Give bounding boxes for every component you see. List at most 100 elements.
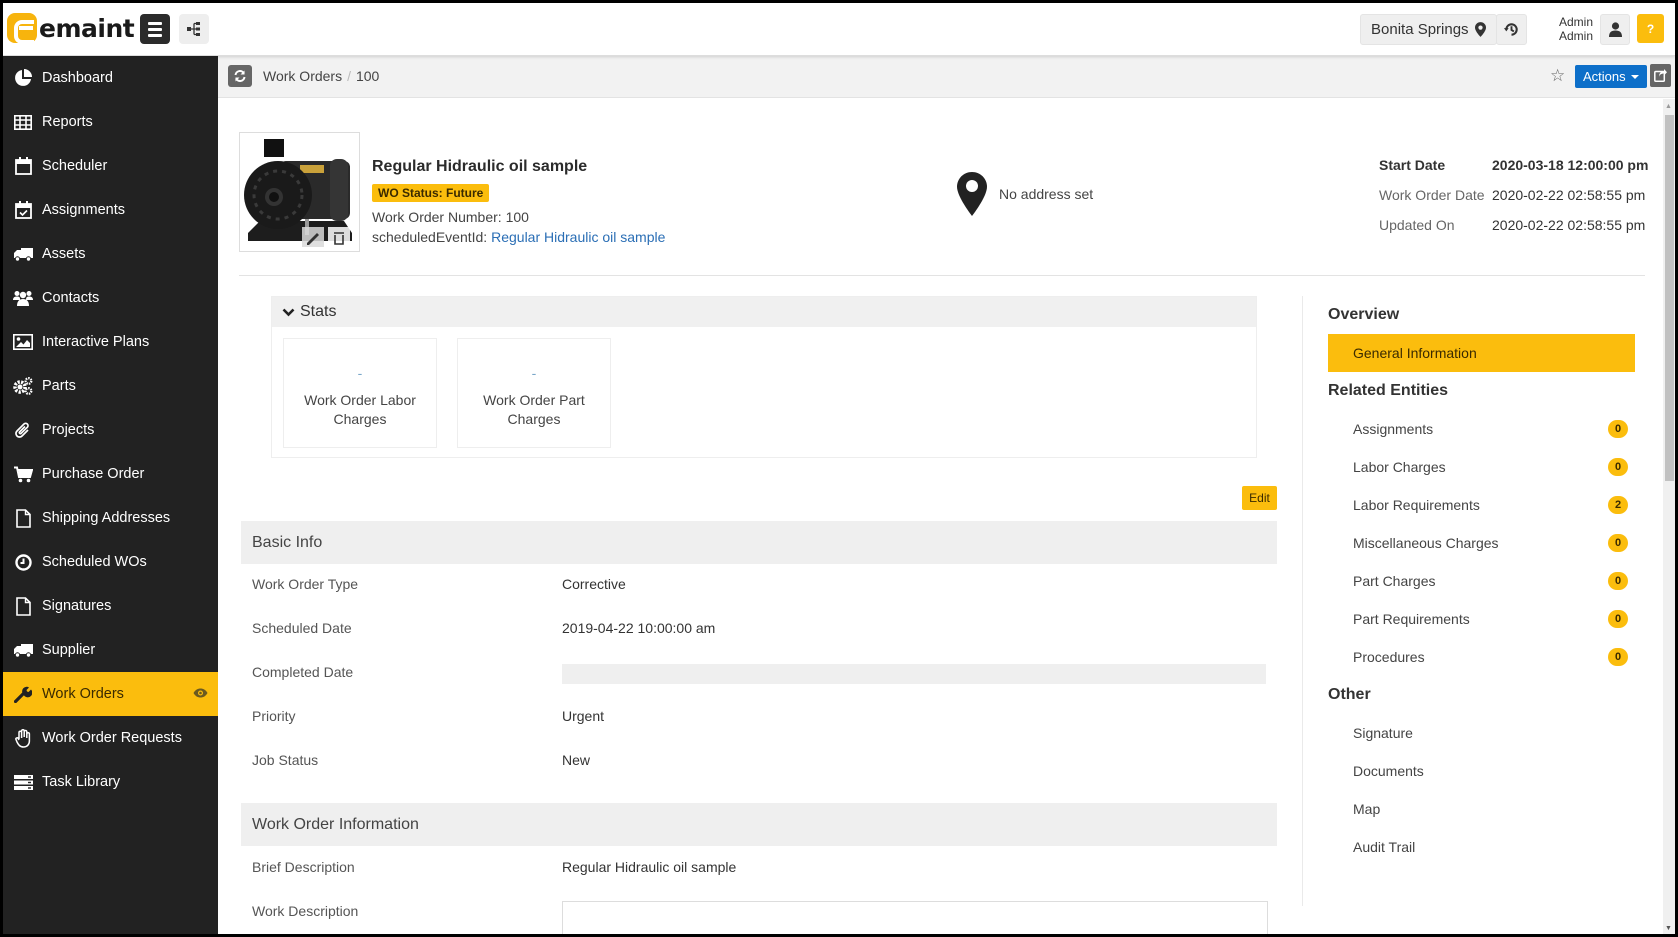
sidebar-item-signatures[interactable]: Signatures [3,584,218,628]
stats-title: Stats [300,303,337,320]
work-description-box [562,901,1268,934]
sidebar-item-work-orders[interactable]: Work Orders [3,672,218,716]
field-value-link[interactable]: Corrective [562,576,626,592]
caret-down-icon [1630,74,1639,79]
basic-info-header: Basic Info [241,521,1277,564]
field-label: Brief Description [252,859,355,875]
favorite-star-icon[interactable]: ☆ [1550,66,1565,86]
nav-miscellaneous-charges[interactable]: Miscellaneous Charges 0 [1353,531,1628,555]
breadcrumb-work-orders[interactable]: Work Orders [263,68,342,84]
nav-label: Assignments [1353,421,1434,437]
nav-part-charges[interactable]: Part Charges 0 [1353,569,1628,593]
nav-procedures[interactable]: Procedures 0 [1353,645,1628,669]
sidebar-item-label: Supplier [42,642,96,658]
breadcrumb-bar: Work Orders /100 ☆ Actions [218,56,1675,98]
pie-chart-icon [12,68,34,88]
sidebar-item-supplier[interactable]: Supplier [3,628,218,672]
sidebar-item-shipping-addresses[interactable]: Shipping Addresses [3,496,218,540]
nav-audit-trail[interactable]: Audit Trail [1353,835,1628,859]
image-icon [12,332,34,352]
cart-icon [12,464,34,484]
field-work-order-type: Work Order Type Corrective [252,574,1272,594]
logo-mark-icon [7,13,37,44]
nav-documents[interactable]: Documents [1353,759,1628,783]
sidebar-item-label: Scheduled WOs [42,554,147,570]
date-value: 2020-03-18 12:00:00 pm [1492,157,1649,173]
cogs-icon [12,376,34,396]
scrollbar-thumb[interactable] [1665,115,1674,481]
sidebar-item-label: Assets [42,246,86,262]
sidebar-item-label: Parts [42,378,76,394]
updated-on-row: Updated On 2020-02-22 02:58:55 pm [1379,210,1648,240]
nav-signature[interactable]: Signature [1353,721,1628,745]
hamburger-icon [148,21,162,25]
table-icon [12,112,34,132]
sidebar-item-scheduler[interactable]: Scheduler [3,144,218,188]
sidebar-item-purchase-order[interactable]: Purchase Order [3,452,218,496]
edit-button[interactable]: Edit [1242,486,1277,510]
count-badge: 0 [1608,458,1628,476]
paperclip-icon [12,420,34,440]
sidebar-item-reports[interactable]: Reports [3,100,218,144]
scroll-up-arrow-icon[interactable]: ▲ [1665,103,1672,110]
refresh-button[interactable] [228,65,252,87]
count-badge: 0 [1608,534,1628,552]
nav-label: Part Requirements [1353,611,1470,627]
work-order-image [239,132,360,252]
stat-card-part-charges[interactable]: - Work Order Part Charges [457,338,611,448]
work-order-number-label: Work Order Number: [372,209,502,225]
map-marker-icon [957,172,987,216]
sidebar-item-assets[interactable]: Assets [3,232,218,276]
nav-assignments[interactable]: Assignments 0 [1353,417,1628,441]
sidebar-item-contacts[interactable]: Contacts [3,276,218,320]
sidebar-item-dashboard[interactable]: Dashboard [3,56,218,100]
field-label: Priority [252,708,296,724]
nav-labor-requirements[interactable]: Labor Requirements 2 [1353,493,1628,517]
sidebar: Dashboard Reports Scheduler Assignments … [3,56,218,934]
overview-heading: Overview [1328,306,1400,323]
sidebar-item-scheduled-wos[interactable]: Scheduled WOs [3,540,218,584]
location-selector[interactable]: Bonita Springs [1360,14,1497,45]
sidebar-item-projects[interactable]: Projects [3,408,218,452]
hierarchy-button[interactable] [179,14,209,44]
user-last-name: Admin [1558,29,1593,43]
stat-card-labor-charges[interactable]: - Work Order Labor Charges [283,338,437,448]
help-button[interactable]: ? [1637,14,1664,43]
date-value: 2020-02-22 02:58:55 pm [1492,217,1646,233]
user-name: Admin Admin [1553,15,1593,43]
share-button[interactable] [1650,64,1671,87]
nav-part-requirements[interactable]: Part Requirements 0 [1353,607,1628,631]
work-order-number-value: 100 [505,209,529,225]
sitemap-icon [187,22,200,36]
count-badge: 0 [1608,572,1628,590]
actions-dropdown-button[interactable]: Actions [1575,65,1647,88]
eye-icon[interactable] [193,686,208,702]
scheduled-event-link[interactable]: Regular Hidraulic oil sample [491,229,665,245]
history-button[interactable] [1496,14,1527,45]
logo[interactable]: emaint [7,12,135,44]
field-value: 2019-04-22 10:00:00 am [562,620,716,636]
user-menu-button[interactable] [1600,14,1630,45]
nav-general-information[interactable]: General Information [1328,334,1635,372]
users-icon [12,288,34,308]
address-text: No address set [999,186,1094,202]
scroll-down-arrow-icon[interactable]: ▼ [1665,925,1672,932]
sidebar-item-interactive-plans[interactable]: Interactive Plans [3,320,218,364]
sidebar-item-work-order-requests[interactable]: Work Order Requests [3,716,218,760]
menu-toggle-button[interactable] [140,14,170,44]
stats-toggle[interactable]: Stats [272,297,1256,327]
nav-map[interactable]: Map [1353,797,1628,821]
field-value: Regular Hidraulic oil sample [562,859,737,875]
app-window: emaint Bonita Springs Admin Admin ? Dash… [3,3,1675,934]
sidebar-item-task-library[interactable]: Task Library [3,760,218,804]
sidebar-item-label: Work Order Requests [42,730,182,746]
divider [239,275,1645,276]
field-value-link[interactable]: Urgent [562,708,604,724]
sidebar-item-parts[interactable]: Parts [3,364,218,408]
field-brief-description: Brief Description Regular Hidraulic oil … [252,857,1272,877]
truck-icon [12,640,34,660]
wo-information-header: Work Order Information [241,803,1277,846]
nav-labor-charges[interactable]: Labor Charges 0 [1353,455,1628,479]
sidebar-item-assignments[interactable]: Assignments [3,188,218,232]
field-value-link[interactable]: New [562,752,590,768]
